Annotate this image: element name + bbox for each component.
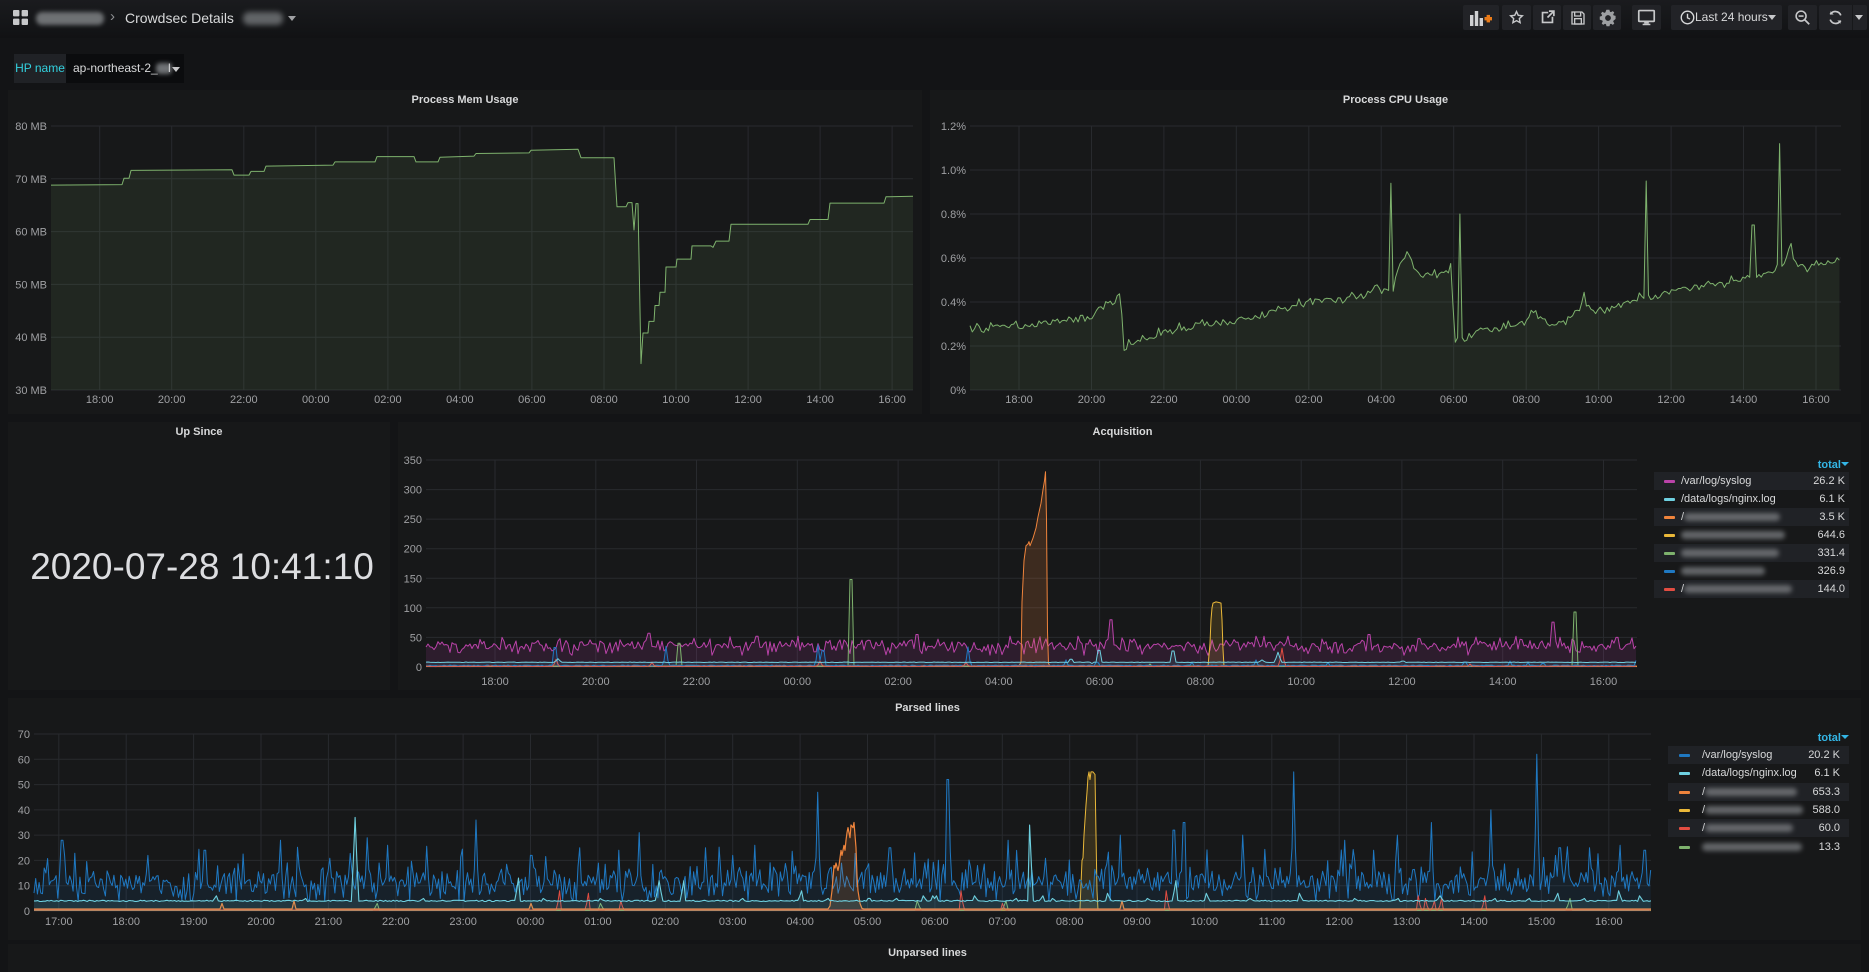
- svg-text:10:00: 10:00: [662, 394, 690, 406]
- svg-text:16:00: 16:00: [878, 394, 906, 406]
- svg-text:20:00: 20:00: [1078, 394, 1106, 406]
- svg-text:18:00: 18:00: [86, 394, 114, 406]
- svg-text:30: 30: [18, 830, 30, 842]
- svg-text:04:00: 04:00: [985, 676, 1013, 688]
- svg-text:50 MB: 50 MB: [15, 279, 47, 291]
- svg-text:08:00: 08:00: [1512, 394, 1540, 406]
- svg-text:12:00: 12:00: [1325, 916, 1353, 928]
- svg-text:02:00: 02:00: [884, 676, 912, 688]
- svg-text:18:00: 18:00: [481, 676, 509, 688]
- svg-text:14:00: 14:00: [1460, 916, 1488, 928]
- svg-text:00:00: 00:00: [784, 676, 812, 688]
- svg-text:20:00: 20:00: [158, 394, 186, 406]
- svg-text:18:00: 18:00: [1005, 394, 1033, 406]
- svg-text:250: 250: [404, 514, 422, 526]
- svg-text:16:00: 16:00: [1590, 676, 1618, 688]
- svg-text:14:00: 14:00: [1730, 394, 1758, 406]
- svg-text:1.2%: 1.2%: [941, 121, 966, 133]
- svg-text:70 MB: 70 MB: [15, 174, 47, 186]
- svg-text:16:00: 16:00: [1802, 394, 1830, 406]
- svg-text:08:00: 08:00: [1187, 676, 1215, 688]
- svg-text:22:00: 22:00: [230, 394, 258, 406]
- svg-text:00:00: 00:00: [517, 916, 545, 928]
- svg-text:13:00: 13:00: [1393, 916, 1421, 928]
- svg-text:04:00: 04:00: [1367, 394, 1395, 406]
- svg-text:0.8%: 0.8%: [941, 209, 966, 221]
- svg-text:23:00: 23:00: [449, 916, 477, 928]
- svg-text:14:00: 14:00: [1489, 676, 1517, 688]
- svg-text:01:00: 01:00: [584, 916, 612, 928]
- svg-text:150: 150: [404, 573, 422, 585]
- svg-text:80 MB: 80 MB: [15, 121, 47, 133]
- svg-text:10: 10: [18, 881, 30, 893]
- svg-text:00:00: 00:00: [302, 394, 330, 406]
- svg-text:04:00: 04:00: [786, 916, 814, 928]
- svg-text:60 MB: 60 MB: [15, 227, 47, 239]
- svg-text:0.6%: 0.6%: [941, 253, 966, 265]
- svg-text:17:00: 17:00: [45, 916, 73, 928]
- svg-text:10:00: 10:00: [1287, 676, 1315, 688]
- svg-text:15:00: 15:00: [1528, 916, 1556, 928]
- svg-text:18:00: 18:00: [112, 916, 140, 928]
- svg-text:12:00: 12:00: [1657, 394, 1685, 406]
- svg-text:10:00: 10:00: [1191, 916, 1219, 928]
- svg-text:08:00: 08:00: [590, 394, 618, 406]
- svg-text:05:00: 05:00: [854, 916, 882, 928]
- svg-text:40 MB: 40 MB: [15, 332, 47, 344]
- svg-text:06:00: 06:00: [518, 394, 546, 406]
- svg-text:14:00: 14:00: [806, 394, 834, 406]
- svg-text:07:00: 07:00: [989, 916, 1017, 928]
- svg-text:08:00: 08:00: [1056, 916, 1084, 928]
- svg-text:16:00: 16:00: [1595, 916, 1623, 928]
- svg-text:09:00: 09:00: [1123, 916, 1151, 928]
- svg-text:60: 60: [18, 754, 30, 766]
- svg-text:02:00: 02:00: [652, 916, 680, 928]
- svg-text:350: 350: [404, 455, 422, 467]
- svg-text:10:00: 10:00: [1585, 394, 1613, 406]
- svg-text:12:00: 12:00: [1388, 676, 1416, 688]
- svg-text:12:00: 12:00: [734, 394, 762, 406]
- svg-text:40: 40: [18, 805, 30, 817]
- svg-text:0.2%: 0.2%: [941, 341, 966, 353]
- svg-text:02:00: 02:00: [1295, 394, 1323, 406]
- svg-text:02:00: 02:00: [374, 394, 402, 406]
- svg-text:0: 0: [24, 906, 30, 918]
- svg-text:50: 50: [410, 632, 422, 644]
- svg-text:00:00: 00:00: [1223, 394, 1251, 406]
- svg-text:50: 50: [18, 780, 30, 792]
- svg-text:03:00: 03:00: [719, 916, 747, 928]
- svg-text:06:00: 06:00: [1086, 676, 1114, 688]
- svg-text:0: 0: [416, 662, 422, 674]
- svg-text:19:00: 19:00: [180, 916, 208, 928]
- svg-text:70: 70: [18, 729, 30, 741]
- svg-text:0.4%: 0.4%: [941, 297, 966, 309]
- svg-text:11:00: 11:00: [1258, 916, 1285, 928]
- svg-text:20:00: 20:00: [247, 916, 275, 928]
- svg-text:1.0%: 1.0%: [941, 165, 966, 177]
- svg-text:04:00: 04:00: [446, 394, 474, 406]
- svg-text:06:00: 06:00: [1440, 394, 1468, 406]
- svg-text:22:00: 22:00: [1150, 394, 1178, 406]
- svg-text:200: 200: [404, 544, 422, 556]
- svg-text:06:00: 06:00: [921, 916, 949, 928]
- svg-text:300: 300: [404, 485, 422, 497]
- svg-text:22:00: 22:00: [382, 916, 410, 928]
- svg-text:0%: 0%: [950, 385, 966, 397]
- svg-text:22:00: 22:00: [683, 676, 711, 688]
- svg-text:100: 100: [404, 603, 422, 615]
- svg-text:30 MB: 30 MB: [15, 385, 47, 397]
- svg-text:20:00: 20:00: [582, 676, 610, 688]
- svg-text:20: 20: [18, 855, 30, 867]
- svg-text:21:00: 21:00: [315, 916, 343, 928]
